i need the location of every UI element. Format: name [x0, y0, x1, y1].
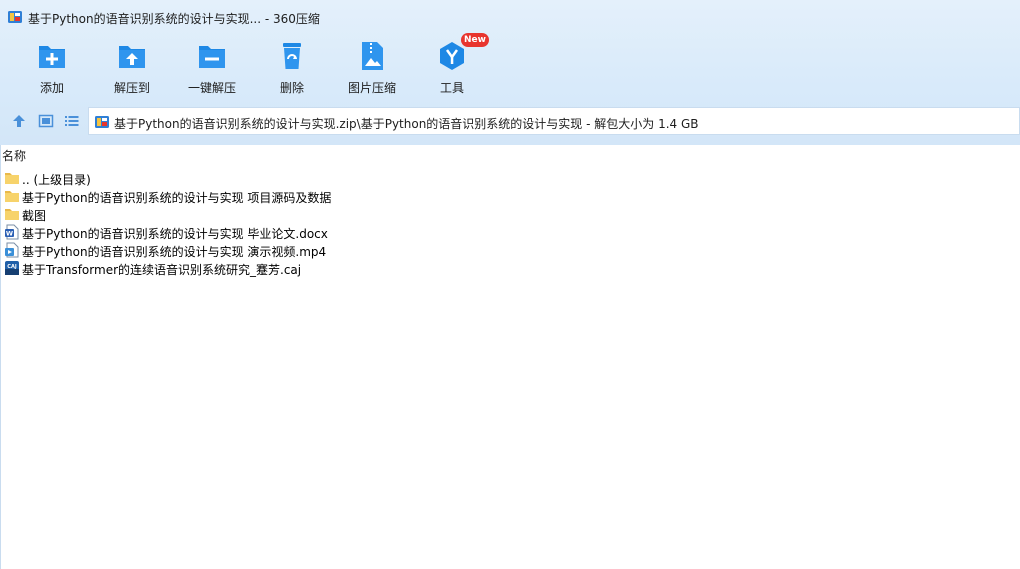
file-row-source-folder[interactable]: 基于Python的语音识别系统的设计与实现 项目源码及数据	[4, 187, 504, 205]
image-compress-button[interactable]: 图片压缩	[337, 38, 407, 98]
file-name: 截图	[22, 209, 47, 223]
window-title: 基于Python的语音识别系统的设计与实现... - 360压缩	[28, 12, 320, 26]
delete-label: 删除	[279, 81, 304, 95]
file-row-demo-video[interactable]: 基于Python的语音识别系统的设计与实现 演示视频.mp4	[4, 241, 504, 259]
thumbnail-view-icon	[38, 114, 54, 128]
title-bar: 基于Python的语音识别系统的设计与实现... - 360压缩	[0, 0, 1020, 34]
file-row-caj-paper[interactable]: CAJ 基于Transformer的连续语音识别系统研究_蹇芳.caj	[4, 259, 504, 277]
folder-icon	[4, 170, 20, 186]
svg-text:CAJ: CAJ	[7, 264, 17, 270]
up-arrow-icon	[13, 115, 25, 127]
extract-to-button[interactable]: 解压到	[97, 38, 167, 98]
tools-label: 工具	[439, 81, 464, 95]
file-name: 基于Python的语音识别系统的设计与实现 项目源码及数据	[22, 191, 332, 205]
archive-icon	[94, 114, 110, 130]
file-name: 基于Python的语音识别系统的设计与实现 毕业论文.docx	[22, 227, 328, 241]
svg-text:W: W	[6, 230, 13, 238]
caj-file-icon: CAJ	[4, 260, 20, 276]
new-badge: New	[461, 33, 489, 47]
app-logo-icon	[7, 9, 23, 25]
file-row-thesis-docx[interactable]: W 基于Python的语音识别系统的设计与实现 毕业论文.docx	[4, 223, 504, 241]
tools-button[interactable]: New 工具	[417, 33, 489, 98]
image-compress-icon	[356, 40, 388, 72]
address-row: 基于Python的语音识别系统的设计与实现.zip\基于Python的语音识别系…	[0, 107, 1020, 135]
address-path: 基于Python的语音识别系统的设计与实现.zip\基于Python的语音识别系…	[114, 117, 699, 131]
file-row-screenshots-folder[interactable]: 截图	[4, 205, 504, 223]
image-compress-label: 图片压缩	[347, 81, 396, 95]
folder-icon	[4, 206, 20, 222]
delete-button[interactable]: 删除	[257, 38, 327, 98]
add-label: 添加	[39, 81, 64, 95]
word-doc-icon: W	[4, 224, 20, 240]
folder-icon	[4, 188, 20, 204]
up-level-button[interactable]	[11, 113, 27, 129]
add-folder-icon	[36, 40, 68, 72]
file-list: 名称 .. (上级目录) 基于Python的语音识别系统的设计与实现 项目源码及…	[0, 145, 1020, 569]
file-name: .. (上级目录)	[22, 173, 91, 187]
thumbnail-view-button[interactable]	[38, 113, 54, 129]
top-chrome: 基于Python的语音识别系统的设计与实现... - 360压缩 添加 解压到 …	[0, 0, 1020, 145]
one-click-extract-button[interactable]: 一键解压	[177, 38, 247, 98]
add-button[interactable]: 添加	[17, 38, 87, 98]
file-name: 基于Python的语音识别系统的设计与实现 演示视频.mp4	[22, 245, 327, 259]
one-click-extract-icon	[196, 40, 228, 72]
list-view-button[interactable]	[64, 113, 80, 129]
video-file-icon	[4, 242, 20, 258]
list-view-icon	[65, 116, 79, 126]
extract-folder-icon	[116, 40, 148, 72]
one-click-extract-label: 一键解压	[187, 81, 236, 95]
address-bar[interactable]: 基于Python的语音识别系统的设计与实现.zip\基于Python的语音识别系…	[88, 107, 1020, 135]
column-header-name[interactable]: 名称	[2, 147, 26, 164]
recycle-bin-icon	[276, 40, 308, 72]
toolbar: 添加 解压到 一键解压 删除 图片压缩 New 工具	[0, 33, 1020, 98]
file-row-parent-dir[interactable]: .. (上级目录)	[4, 169, 504, 187]
file-name: 基于Transformer的连续语音识别系统研究_蹇芳.caj	[22, 263, 302, 277]
extract-to-label: 解压到	[113, 81, 150, 95]
